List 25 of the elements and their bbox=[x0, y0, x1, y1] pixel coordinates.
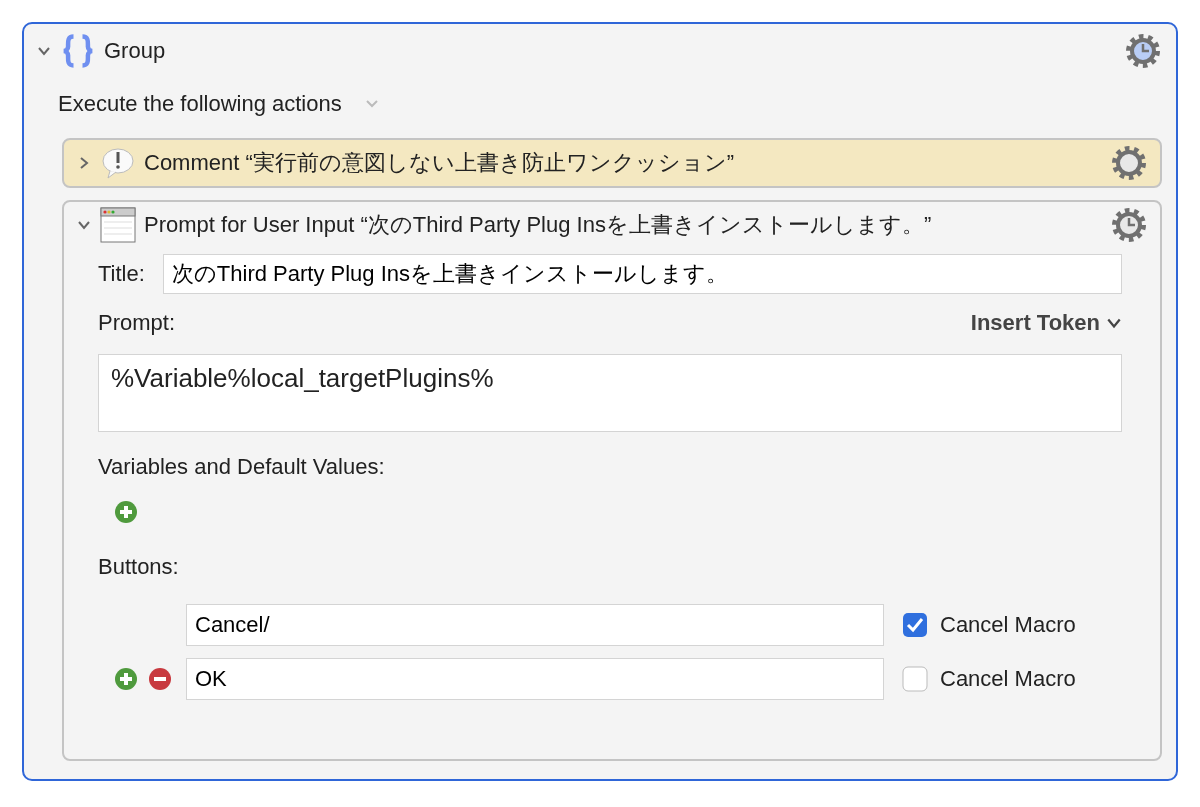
group-title: Group bbox=[104, 38, 167, 64]
add-icon[interactable] bbox=[114, 500, 138, 524]
checkbox-label: Cancel Macro bbox=[940, 666, 1076, 692]
gear-icon[interactable] bbox=[1110, 144, 1148, 182]
add-icon[interactable] bbox=[114, 667, 138, 691]
title-field[interactable]: 次のThird Party Plug Insを上書きインストールします。 bbox=[162, 254, 1122, 294]
title-label: Title: bbox=[98, 261, 145, 287]
buttons-label: Buttons: bbox=[98, 554, 180, 580]
gear-clock-icon[interactable] bbox=[1110, 206, 1148, 244]
speech-bubble-exclamation-icon bbox=[100, 145, 136, 181]
insert-token-menu[interactable]: Insert Token bbox=[970, 310, 1122, 336]
prompt-text-area[interactable]: %Variable%local_targetPlugins% bbox=[98, 354, 1122, 432]
checkbox[interactable] bbox=[902, 666, 928, 692]
prompt-label: Prompt: bbox=[98, 310, 176, 336]
checkbox[interactable] bbox=[902, 612, 928, 638]
window-icon bbox=[100, 207, 136, 243]
action-title: Prompt for User Input “次のThird Party Plug Insを上書きインストールします。” bbox=[144, 211, 933, 239]
remove-icon[interactable] bbox=[148, 667, 172, 691]
variables-label: Variables and Default Values: bbox=[98, 454, 386, 480]
checkbox-label: Cancel Macro bbox=[940, 612, 1076, 638]
action-title: Comment “実行前の意図しない上書き防止ワンクッション” bbox=[144, 149, 736, 177]
gear-clock-icon[interactable] bbox=[1124, 32, 1162, 70]
button-name-field[interactable]: OK bbox=[186, 658, 884, 700]
button-name-field[interactable]: Cancel/ bbox=[186, 604, 884, 646]
mode-dropdown[interactable]: Execute the following actions bbox=[58, 91, 342, 117]
